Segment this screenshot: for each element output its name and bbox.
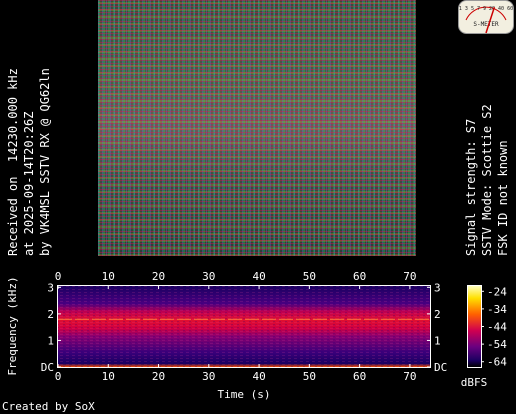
x-axis-title: Time (s) — [218, 388, 271, 400]
x-tick-label-top: 0 — [55, 270, 62, 283]
x-tick-label-top: 20 — [152, 270, 165, 283]
colorbar-tick-label: -44 — [487, 321, 507, 334]
colorbar-tick-label: -54 — [487, 338, 507, 351]
y-tick-label-left: 2 — [47, 308, 54, 321]
right-caption-line2: SSTV Mode: Scottie S2 — [480, 104, 494, 256]
colorbar-tick-label: -64 — [487, 356, 507, 369]
left-caption-line1: Received on 14230.000 kHz — [6, 68, 20, 256]
y-tick-label-left: 3 — [47, 281, 54, 294]
right-caption-line3: FSK ID not known — [496, 140, 510, 256]
x-tick-label-bottom: 20 — [152, 370, 165, 383]
x-tick-label-bottom: 50 — [303, 370, 316, 383]
colorbar-ticks: -24 -34 -44 -54 -64 — [481, 285, 507, 369]
s-meter-label: S-METER — [473, 21, 499, 28]
x-tick-label-top: 10 — [102, 270, 115, 283]
colorbar — [468, 286, 481, 367]
sstv-image — [98, 0, 416, 256]
y-tick-label-left: 1 — [47, 334, 54, 347]
x-tick-label-bottom: 0 — [55, 370, 62, 383]
x-tick-label-top: 60 — [353, 270, 366, 283]
colorbar-tick-label: -24 — [487, 285, 507, 298]
x-tick-label-bottom: 60 — [353, 370, 366, 383]
y-tick-label-right: DC — [434, 361, 447, 374]
x-tick-label-top: 50 — [303, 270, 316, 283]
s-meter-scale: 1 3 5 7 9 20 40 60 — [459, 6, 513, 12]
x-tick-label-bottom: 30 — [202, 370, 215, 383]
x-tick-label-top: 40 — [252, 270, 265, 283]
colorbar-tick-label: -34 — [487, 303, 507, 316]
spectrogram: 0 10 20 30 40 50 60 70 0 10 20 30 40 50 60 70 3 2 1 DC 3 2… — [6, 270, 507, 400]
x-tick-label-bottom: 10 — [102, 370, 115, 383]
x-tick-label-top: 30 — [202, 270, 215, 283]
footer-credit: Created by SoX — [2, 400, 95, 413]
y-tick-label-right: 3 — [434, 281, 441, 294]
s-meter: 1 3 5 7 9 20 40 60 S-METER — [458, 0, 514, 34]
x-tick-label-top: 70 — [403, 270, 416, 283]
x-tick-label-bottom: 70 — [403, 370, 416, 383]
y-axis-title: Frequency (kHz) — [6, 276, 19, 375]
left-caption-line2: at 2025-09-14T20:26Z — [22, 111, 36, 257]
right-caption-line1: Signal strength: S7 — [464, 118, 478, 256]
colorbar-label: dBFS — [461, 376, 488, 389]
y-tick-label-right: 2 — [434, 308, 441, 321]
y-tick-label-left: DC — [41, 361, 54, 374]
left-caption-line3: by VK4MSL SSTV RX @ QG62ln — [38, 68, 52, 256]
x-tick-label-bottom: 40 — [252, 370, 265, 383]
y-tick-label-right: 1 — [434, 334, 441, 347]
